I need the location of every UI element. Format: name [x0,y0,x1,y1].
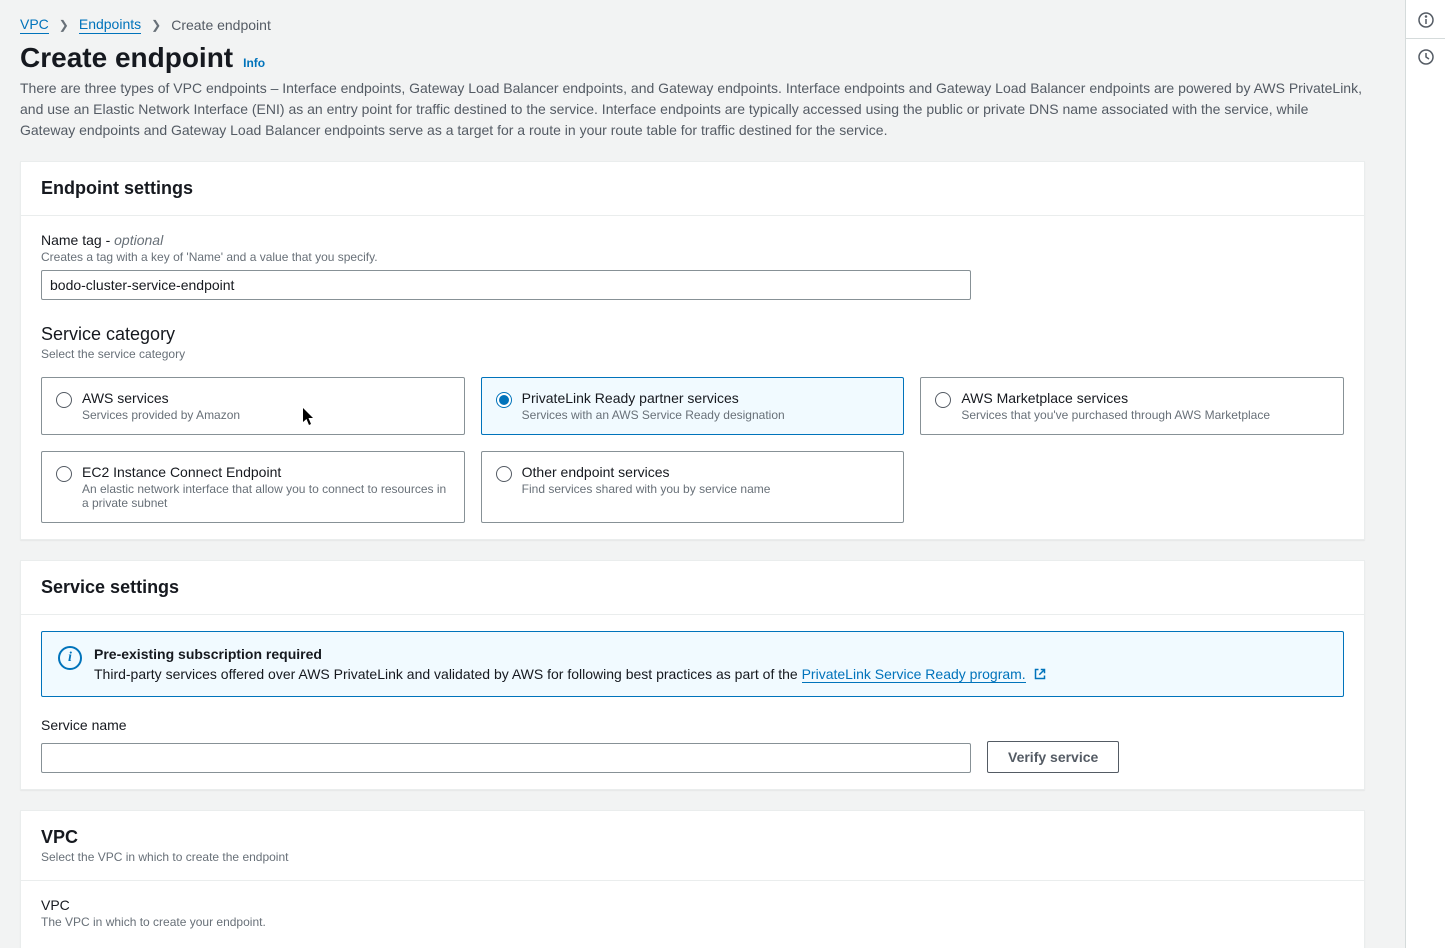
page-description: There are three types of VPC endpoints –… [20,78,1365,141]
radio-icon [56,466,72,482]
category-title: EC2 Instance Connect Endpoint [82,464,450,480]
vpc-panel-subtitle: Select the VPC in which to create the en… [41,850,1344,864]
info-rail-icon[interactable] [1412,6,1440,34]
subscription-alert: i Pre-existing subscription required Thi… [41,631,1344,697]
endpoint-settings-panel: Endpoint settings Name tag - optional Cr… [20,161,1365,540]
category-aws-services[interactable]: AWS services Services provided by Amazon [41,377,465,435]
info-icon: i [58,646,82,670]
category-ec2-instance-connect[interactable]: EC2 Instance Connect Endpoint An elastic… [41,451,465,523]
vpc-panel-title: VPC [41,827,1344,848]
service-settings-panel: Service settings i Pre-existing subscrip… [20,560,1365,790]
chevron-icon: ❯ [151,18,161,32]
vpc-label: VPC [41,897,1344,913]
right-rail [1405,0,1445,948]
service-category-grid: AWS services Services provided by Amazon… [41,377,1344,523]
info-link[interactable]: Info [243,56,265,70]
vpc-hint: The VPC in which to create your endpoint… [41,915,1344,929]
category-other-endpoint[interactable]: Other endpoint services Find services sh… [481,451,905,523]
radio-icon [935,392,951,408]
privatelink-program-link[interactable]: PrivateLink Service Ready program. [802,666,1026,683]
endpoint-settings-title: Endpoint settings [41,178,1344,199]
category-title: PrivateLink Ready partner services [522,390,785,406]
page-header: Create endpoint Info There are three typ… [20,42,1365,141]
radio-icon [496,392,512,408]
service-category-title: Service category [41,324,1344,345]
external-link-icon [1034,668,1046,680]
service-category-hint: Select the service category [41,347,1344,361]
vpc-panel: VPC Select the VPC in which to create th… [20,810,1365,948]
breadcrumb-vpc[interactable]: VPC [20,16,49,34]
category-privatelink-ready[interactable]: PrivateLink Ready partner services Servi… [481,377,905,435]
category-desc: Find services shared with you by service… [522,482,771,496]
service-settings-title: Service settings [41,577,1344,598]
category-desc: An elastic network interface that allow … [82,482,450,510]
category-desc: Services with an AWS Service Ready desig… [522,408,785,422]
radio-icon [496,466,512,482]
name-tag-hint: Creates a tag with a key of 'Name' and a… [41,250,1344,264]
verify-service-button[interactable]: Verify service [987,741,1119,773]
category-desc: Services provided by Amazon [82,408,240,422]
breadcrumb: VPC ❯ Endpoints ❯ Create endpoint [20,16,1365,34]
history-rail-icon[interactable] [1412,43,1440,71]
rail-divider [1406,38,1445,39]
chevron-icon: ❯ [59,18,69,32]
page-title: Create endpoint [20,42,233,74]
breadcrumb-endpoints[interactable]: Endpoints [79,16,141,34]
alert-title: Pre-existing subscription required [94,646,1046,662]
service-name-input[interactable] [41,743,971,773]
category-desc: Services that you've purchased through A… [961,408,1270,422]
breadcrumb-current: Create endpoint [171,17,271,33]
radio-icon [56,392,72,408]
name-tag-input[interactable] [41,270,971,300]
category-title: AWS services [82,390,240,406]
service-name-label: Service name [41,717,1344,733]
alert-text: Third-party services offered over AWS Pr… [94,666,1046,682]
category-marketplace[interactable]: AWS Marketplace services Services that y… [920,377,1344,435]
main-content: VPC ❯ Endpoints ❯ Create endpoint Create… [0,0,1405,948]
category-title: AWS Marketplace services [961,390,1270,406]
name-tag-label: Name tag - optional [41,232,1344,248]
category-title: Other endpoint services [522,464,771,480]
